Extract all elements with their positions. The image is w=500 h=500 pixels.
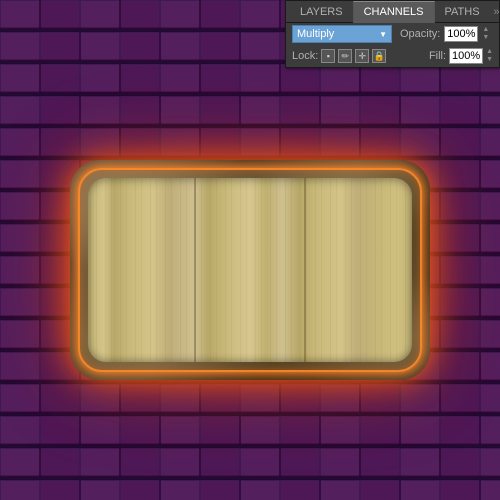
blend-mode-row: Multiply ▼ Opacity: 100% ▲ ▼ [286, 23, 499, 45]
blend-mode-select[interactable]: Multiply ▼ [292, 25, 392, 43]
sign-frame [70, 160, 430, 380]
lock-all-button[interactable]: 🔒 [372, 49, 386, 63]
lock-icon: 🔒 [374, 51, 385, 62]
fill-down-icon[interactable]: ▼ [486, 56, 493, 64]
lock-row: Lock: ▪ ✏ ✛ 🔒 Fill: 100% ▲ ▼ [286, 45, 499, 67]
opacity-up-icon[interactable]: ▲ [482, 26, 489, 34]
opacity-label: Opacity: [400, 28, 440, 40]
sign-wood [88, 178, 412, 362]
ps-panel: LAYERS CHANNELS PATHS » Multiply ▼ Opaci… [285, 0, 500, 68]
fill-spinners[interactable]: ▲ ▼ [486, 48, 493, 64]
tab-layers[interactable]: LAYERS [290, 1, 353, 23]
main-canvas: LAYERS CHANNELS PATHS » Multiply ▼ Opaci… [0, 0, 500, 500]
lock-paint-button[interactable]: ✏ [338, 49, 352, 63]
tab-paths[interactable]: PATHS [435, 1, 490, 23]
brush-icon: ✏ [342, 51, 350, 62]
sign-container [70, 160, 430, 380]
move-icon: ✛ [359, 51, 367, 62]
opacity-input[interactable]: 100% [444, 26, 478, 42]
fill-input[interactable]: 100% [449, 48, 483, 64]
fill-up-icon[interactable]: ▲ [486, 48, 493, 56]
opacity-down-icon[interactable]: ▼ [482, 34, 489, 42]
checkerboard-icon: ▪ [327, 51, 330, 61]
blend-mode-arrow-icon: ▼ [379, 30, 387, 39]
tab-channels[interactable]: CHANNELS [353, 1, 435, 23]
lock-transparent-button[interactable]: ▪ [321, 49, 335, 63]
opacity-spinners[interactable]: ▲ ▼ [482, 26, 489, 42]
lock-label: Lock: [292, 50, 318, 62]
fill-label: Fill: [429, 50, 446, 62]
lock-position-button[interactable]: ✛ [355, 49, 369, 63]
panel-collapse-button[interactable]: » [490, 6, 500, 18]
ps-tab-bar: LAYERS CHANNELS PATHS » [286, 1, 499, 23]
